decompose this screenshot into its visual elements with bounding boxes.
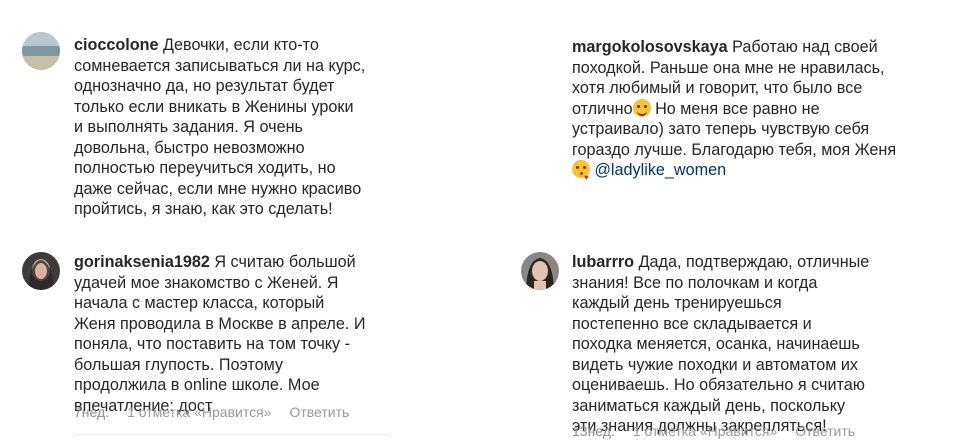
reply-button[interactable]: Ответить [289,404,349,420]
avatar-image [22,32,60,70]
likes-count[interactable]: 1 отметка «Нравится» [127,404,271,420]
comment-username[interactable]: gorinaksenia1982 [74,253,210,271]
avatar-image [22,252,60,290]
face-blowing-kiss-icon [572,160,590,189]
comment-text: lubarrro Дада, подтверждаю, отличные зна… [572,252,912,437]
divider [74,434,390,435]
comment-text: gorinaksenia1982 Я считаю большой удачей… [74,252,394,416]
avatar-image [521,252,559,290]
comment-time[interactable]: 7нед. [74,404,109,420]
reply-button[interactable]: Ответить [795,423,855,439]
avatar[interactable] [22,32,60,70]
comment-username[interactable]: cioccolone [74,36,159,54]
comment-meta: 7нед. 1 отметка «Нравится» Ответить [74,404,349,420]
likes-count[interactable]: 1 отметка «Нравится» [633,423,777,439]
comment-body: Дада, подтверждаю, отличные знания! Все … [572,253,870,435]
avatar[interactable] [22,252,60,290]
comment-text: cioccolone Девочки, если кто-то сомневае… [74,35,404,220]
avatar[interactable] [521,252,559,290]
comment-body: Девочки, если кто-то сомневается записыв… [74,36,366,218]
smiling-face-icon [632,98,651,117]
comment-username[interactable]: lubarrro [572,253,634,271]
comment-text: margokolosovskaya Работаю над своей похо… [572,37,932,189]
comment-username[interactable]: margokolosovskaya [572,38,728,56]
comment-time[interactable]: 13нед. [572,423,615,439]
mention-link[interactable]: @ladylike_women [595,161,727,179]
comment-meta: 13нед. 1 отметка «Нравится» Ответить [572,423,855,439]
comment-body: Я считаю большой удачей мое знакомство с… [74,253,366,415]
